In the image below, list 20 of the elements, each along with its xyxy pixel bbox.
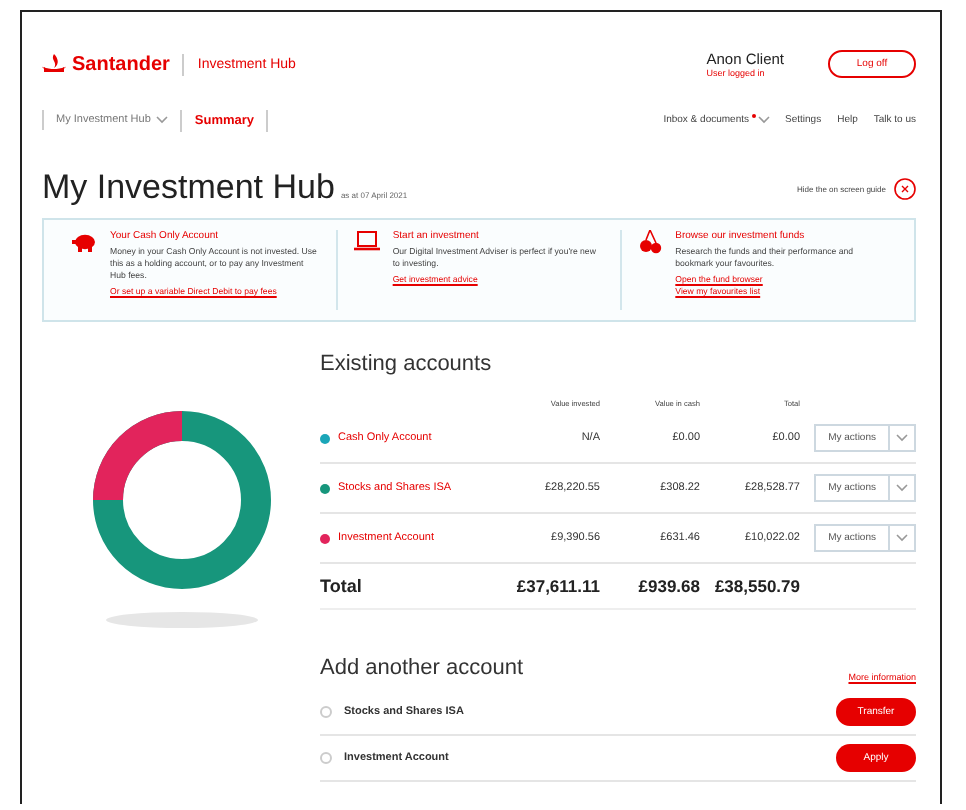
close-icon (894, 178, 916, 200)
page-title: My Investment Hub (42, 168, 335, 206)
chevron-down-icon (156, 116, 169, 124)
cherries-icon (637, 230, 664, 254)
radio-button[interactable] (320, 752, 332, 764)
total-value: £939.68 (636, 576, 700, 596)
section-heading: Existing accounts (320, 350, 494, 378)
chevron-down-icon (896, 534, 908, 542)
flame-logo-icon (42, 54, 66, 74)
laptop-icon (354, 230, 381, 254)
piggy-bank-icon (72, 230, 98, 254)
total-label: Total (320, 576, 364, 596)
chevron-down-icon (896, 484, 908, 492)
radio-button[interactable] (320, 706, 332, 718)
total-value: £38,550.79 (712, 576, 800, 596)
section-heading: Add another account (320, 654, 524, 682)
chevron-down-icon (757, 116, 769, 124)
total-value: £37,611.11 (514, 576, 600, 596)
chevron-down-icon (896, 434, 908, 442)
brand-name: Santander (72, 53, 184, 75)
